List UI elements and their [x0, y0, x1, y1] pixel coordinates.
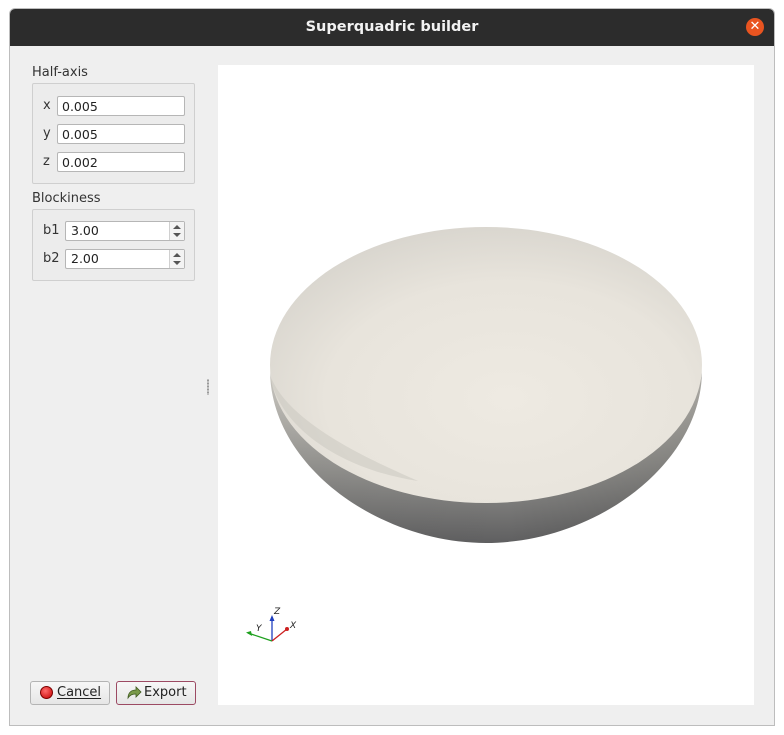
z-label: z [43, 154, 50, 169]
b1-stepper[interactable] [169, 222, 184, 240]
splitter-handle[interactable] [207, 379, 209, 395]
y-input[interactable] [57, 124, 185, 144]
close-icon[interactable]: ✕ [746, 18, 764, 36]
export-arrow-icon [126, 685, 142, 709]
superquadric-shape [270, 227, 702, 543]
blockiness-label: Blockiness [32, 191, 101, 206]
spin-up-icon[interactable] [173, 253, 181, 257]
b1-value: 3.00 [71, 223, 99, 238]
red-circle-icon [40, 686, 53, 699]
render-canvas: Z Y X [246, 227, 702, 642]
x-label: x [43, 98, 51, 113]
export-label: Export [144, 685, 187, 700]
x-input[interactable] [57, 96, 185, 116]
cancel-label: Cancel [57, 685, 102, 700]
export-button[interactable]: Export [116, 681, 196, 705]
cancel-button[interactable]: Cancel [30, 681, 110, 705]
z-input[interactable] [57, 152, 185, 172]
blockiness-group: b1 3.00 b2 2.00 [32, 209, 195, 281]
y-label: y [43, 126, 51, 141]
b2-value: 2.00 [71, 251, 99, 266]
spin-down-icon[interactable] [173, 261, 181, 265]
spin-down-icon[interactable] [173, 233, 181, 237]
titlebar: Superquadric builder ✕ [10, 9, 774, 46]
half-axis-label: Half-axis [32, 65, 88, 80]
b1-label: b1 [43, 223, 60, 238]
window-title: Superquadric builder [305, 19, 479, 35]
half-axis-group: x y z [32, 83, 195, 184]
y-axis-label: Y [256, 624, 263, 634]
z-axis-label: Z [273, 607, 281, 617]
b2-stepper[interactable] [169, 250, 184, 268]
orientation-axes: Z Y X [246, 607, 297, 642]
render-viewport[interactable]: Z Y X [218, 65, 754, 705]
b2-label: b2 [43, 251, 60, 266]
b1-spinbox[interactable]: 3.00 [65, 221, 185, 241]
x-axis-label: X [289, 621, 297, 631]
dialog-window: Superquadric builder ✕ Half-axis x y z B… [9, 8, 775, 726]
spin-up-icon[interactable] [173, 225, 181, 229]
b2-spinbox[interactable]: 2.00 [65, 249, 185, 269]
